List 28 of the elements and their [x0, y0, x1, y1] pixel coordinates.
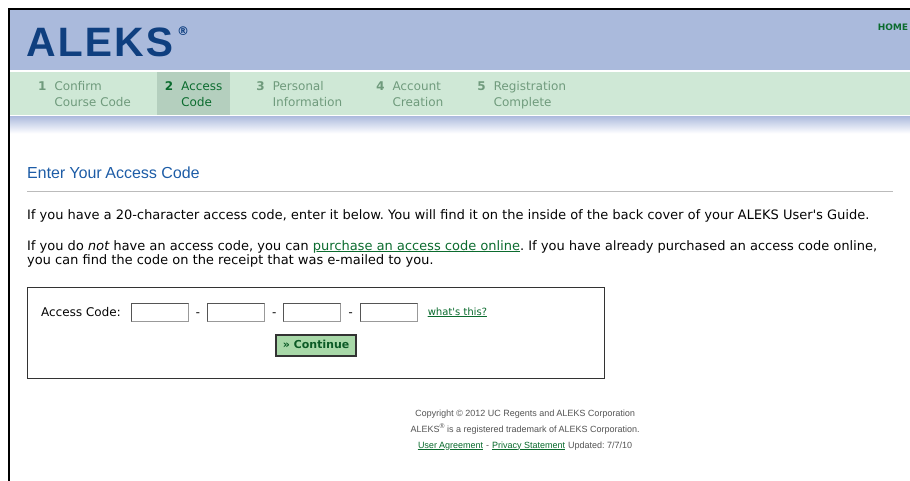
privacy-statement-link[interactable]: Privacy Statement — [492, 436, 565, 452]
separator: - — [348, 304, 353, 321]
trademark-text: ALEKS$^{®}$ is a registered trademark of ALEKS Corporation. — [410, 422, 640, 436]
continue-button[interactable]: » Continue — [274, 334, 358, 356]
user-agreement-link[interactable]: User Agreement — [418, 436, 483, 452]
step-tab[interactable]: 3 Personal Information — [248, 72, 350, 115]
purchase-text: If you do not have an access code, you can purchase an access code online. If you have already purchased an access code online, you can find the code on the receipt that was e-mailed to you. — [27, 240, 878, 268]
code-input-field[interactable] — [130, 302, 189, 322]
step-tab[interactable]: 4 Account Creation — [368, 72, 452, 115]
step-tab[interactable]: 2 Access Code — [156, 72, 230, 115]
separator: - — [272, 304, 276, 321]
separator: - — [196, 304, 200, 321]
code-input-field[interactable] — [207, 302, 266, 322]
step-tab[interactable]: 5 Registration Complete — [469, 72, 574, 115]
code-input-field[interactable] — [360, 302, 418, 322]
logo: ALEKS — [26, 22, 175, 62]
access-code-label: Access Code: — [41, 304, 121, 321]
instructions-text: If you have a 20-character access code, enter it below. You will find it on the inside of the back cover of your ALEKS User's Guide. — [27, 207, 870, 225]
help-link[interactable]: what's this? — [428, 304, 487, 320]
step-tab[interactable]: 1 Confirm Course Code — [30, 72, 139, 115]
home-link[interactable]: HOME — [878, 22, 908, 36]
link-separator: - — [486, 438, 489, 452]
updated-text: Updated: 7/7/10 — [568, 438, 632, 452]
copyright-text: Copyright © 2012 UC Regents and ALEKS Corporation — [415, 406, 635, 420]
code-input-field[interactable] — [283, 302, 342, 322]
registered-mark: ® — [176, 23, 189, 40]
purchase-link[interactable]: purchase an access code online — [312, 238, 520, 254]
page-title: Enter Your Access Code — [27, 162, 893, 192]
